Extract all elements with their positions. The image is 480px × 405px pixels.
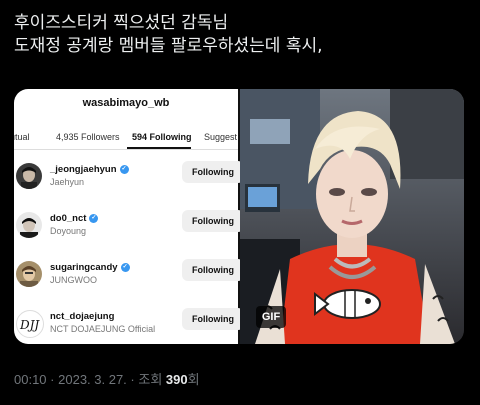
gif-badge: GIF <box>256 306 286 328</box>
row-handle: sugaringcandy ✓ <box>50 262 130 273</box>
tweet-time[interactable]: 00:10 <box>14 372 47 387</box>
dojaejung-logo: DJJ <box>16 310 44 338</box>
tab-followers: 4,935 Followers <box>56 132 120 142</box>
row-handle: _jeongjaehyun ✓ <box>50 164 129 175</box>
tweet-meta: 00:10 · 2023. 3. 27. · 조회 390회 <box>14 369 200 388</box>
media-container[interactable]: wasabimayo_wb utual 4,935 Followers 594 … <box>14 89 464 344</box>
following-button[interactable]: Following <box>182 161 244 183</box>
following-button[interactable]: Following <box>182 259 244 281</box>
active-tab-indicator <box>127 147 191 149</box>
row-name: NCT DOJAEJUNG Official <box>50 324 156 334</box>
views-count: 390 <box>165 372 188 387</box>
list-item: sugaringcandy ✓ JUNGWOO Following <box>14 259 244 299</box>
views-suffix: 회 <box>187 372 200 387</box>
handle-text: do0_nct <box>50 213 87 224</box>
verified-icon: ✓ <box>119 164 129 174</box>
list-item: DJJ nct_dojaejung NCT DOJAEJUNG Official… <box>14 308 244 344</box>
list-item: _jeongjaehyun ✓ Jaehyun Following <box>14 161 244 201</box>
avatar <box>16 261 42 287</box>
row-handle: do0_nct ✓ <box>50 213 99 224</box>
row-name: Doyoung <box>50 226 87 236</box>
logo-text: DJJ <box>19 318 40 332</box>
tab-mutual: utual <box>14 132 30 142</box>
row-name: Jaehyun <box>50 177 85 187</box>
tweet-line-2: 도재정 공계랑 멤버들 팔로우하셨는데 혹시, <box>14 36 323 56</box>
instagram-screenshot[interactable]: wasabimayo_wb utual 4,935 Followers 594 … <box>14 89 244 344</box>
tweet-date[interactable]: 2023. 3. 27. <box>58 372 127 387</box>
list-item: do0_nct ✓ Doyoung Following <box>14 210 244 250</box>
profile-username: wasabimayo_wb <box>82 97 170 109</box>
tab-following: 594 Following <box>132 132 192 142</box>
following-button[interactable]: Following <box>182 308 244 330</box>
following-button[interactable]: Following <box>182 210 244 232</box>
follow-tabs: utual 4,935 Followers 594 Following Sugg… <box>14 127 238 150</box>
separator: · <box>50 372 59 387</box>
views-label: 조회 <box>138 372 163 387</box>
handle-text: sugaringcandy <box>50 262 118 273</box>
row-name: JUNGWOO <box>50 275 97 285</box>
tweet-text: 후이즈스티커 찍으셨던 감독님 도재정 공계랑 멤버들 팔로우하셨는데 혹시, <box>14 12 464 58</box>
verified-icon: ✓ <box>120 262 130 272</box>
avatar <box>16 163 42 189</box>
handle-text: nct_dojaejung <box>50 311 115 322</box>
tweet-line-1: 후이즈스티커 찍으셨던 감독님 <box>14 13 229 33</box>
handle-text: _jeongjaehyun <box>50 164 117 175</box>
tab-suggested: Suggest <box>204 132 238 142</box>
row-handle: nct_dojaejung <box>50 311 114 322</box>
avatar <box>16 212 42 238</box>
verified-icon: ✓ <box>89 213 99 223</box>
